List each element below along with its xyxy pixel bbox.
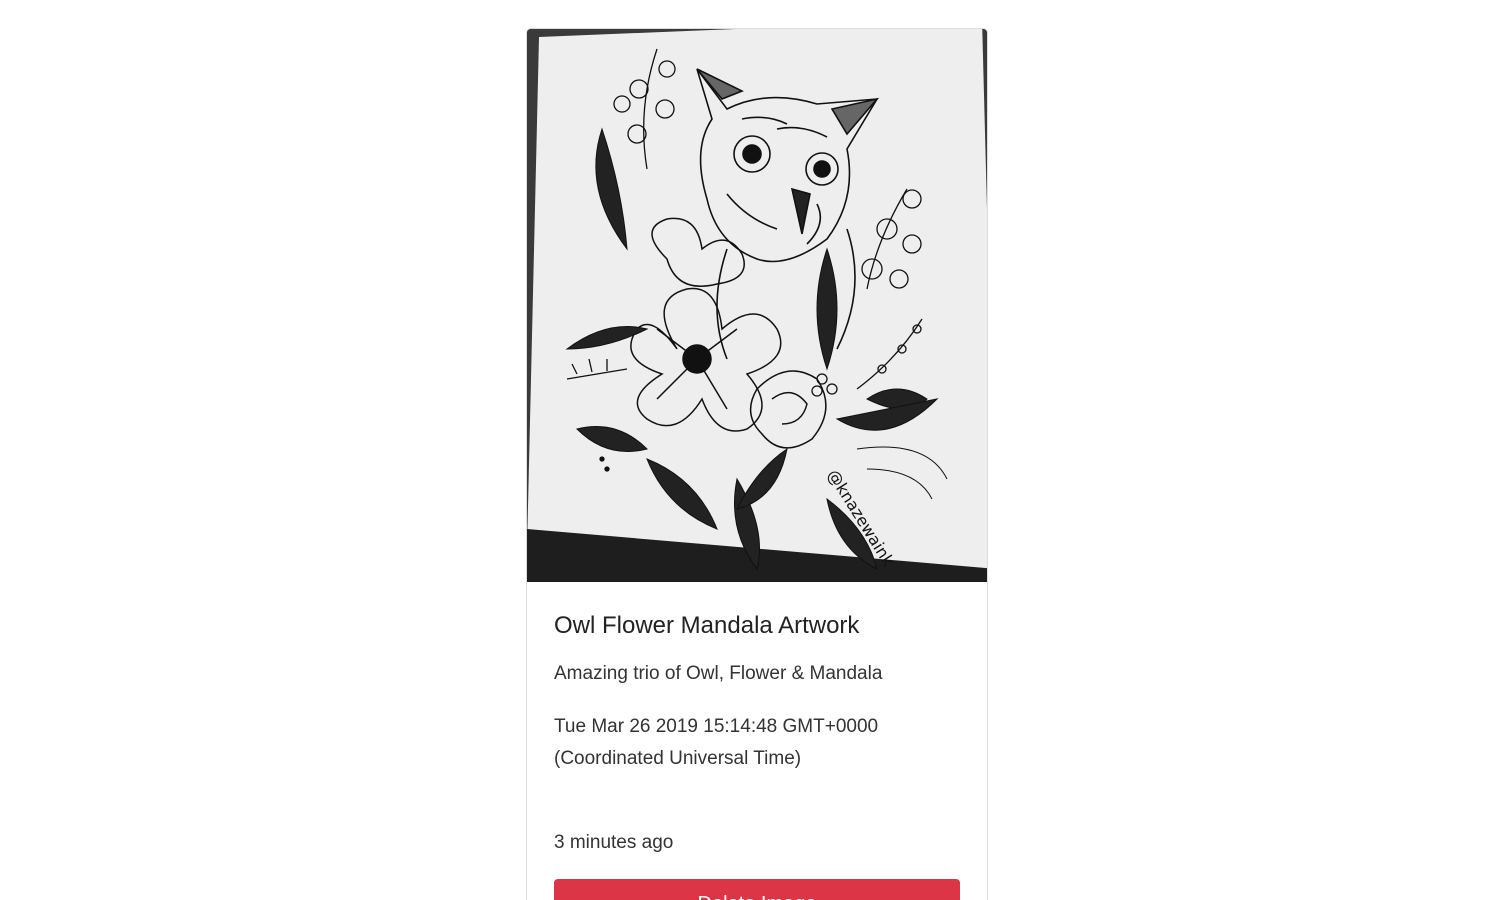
delete-image-button[interactable]: Delete Image bbox=[554, 879, 960, 900]
card-description: Amazing trio of Owl, Flower & Mandala bbox=[554, 663, 883, 684]
artwork-image: @knazewaink bbox=[527, 29, 987, 582]
page: @knazewaink Owl Flower Mandala Artwork A… bbox=[0, 0, 1500, 900]
upload-date: Tue Mar 26 2019 15:14:48 GMT+0000 (Coord… bbox=[554, 716, 879, 769]
relative-time: 3 minutes ago bbox=[554, 832, 674, 853]
image-card: @knazewaink Owl Flower Mandala Artwork A… bbox=[526, 28, 988, 900]
card-title: Owl Flower Mandala Artwork bbox=[554, 612, 860, 639]
